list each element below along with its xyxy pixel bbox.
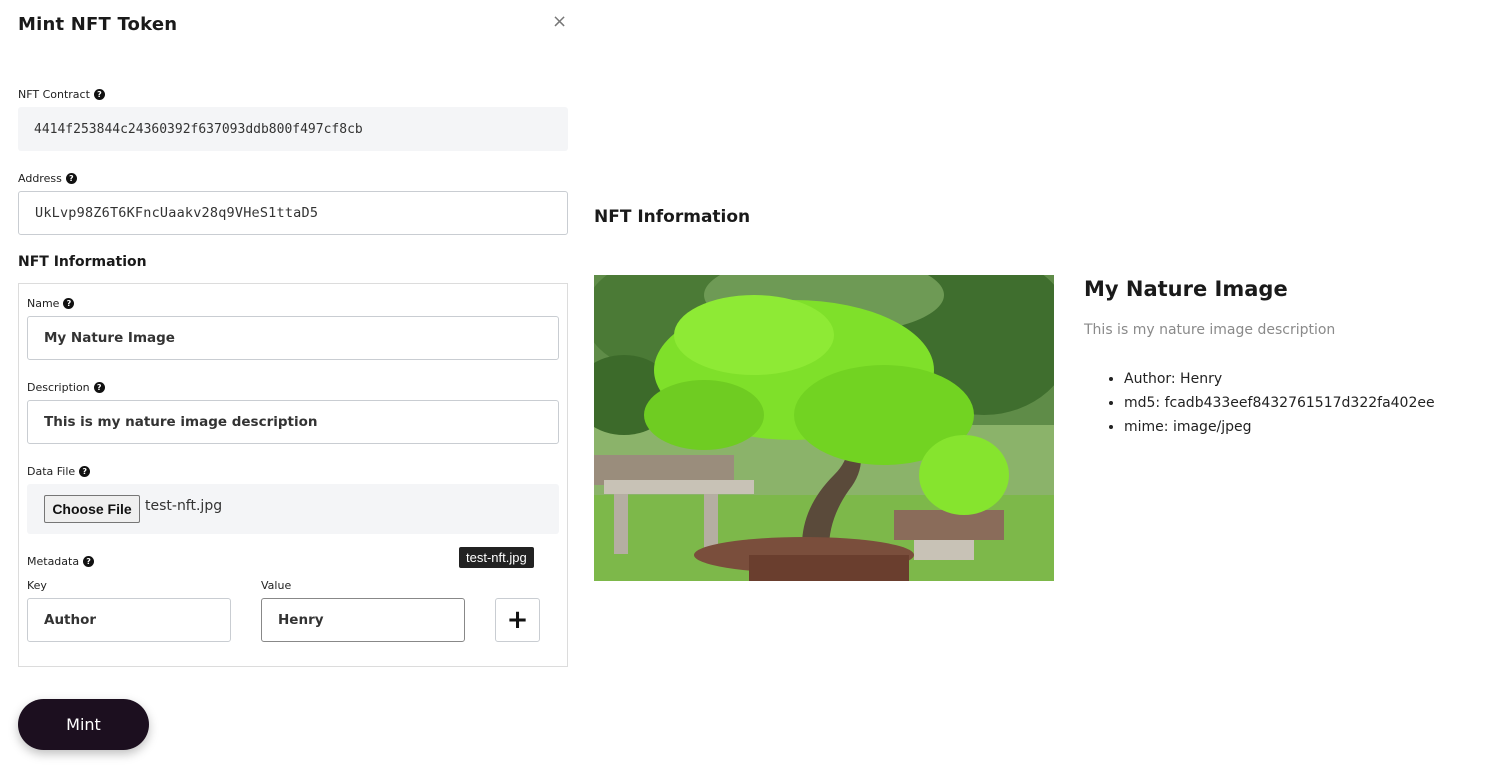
nft-info-heading: NFT Information (18, 254, 147, 270)
preview-title: My Nature Image (1084, 277, 1288, 301)
modal-title: Mint NFT Token (18, 14, 178, 35)
add-metadata-button[interactable]: + (495, 598, 540, 642)
metadata-label: Metadata ? (27, 555, 95, 568)
address-input[interactable] (18, 191, 568, 235)
nft-preview-image (594, 275, 1054, 581)
contract-label-text: NFT Contract (18, 88, 90, 101)
metadata-label-text: Metadata (27, 555, 80, 568)
help-icon[interactable]: ? (93, 89, 105, 100)
description-input[interactable] (27, 400, 559, 444)
contract-label: NFT Contract ? (18, 88, 105, 101)
description-label: Description ? (27, 381, 105, 394)
plus-icon: + (506, 605, 529, 635)
metadata-value-label: Value (261, 579, 292, 592)
help-icon[interactable]: ? (65, 173, 77, 184)
help-icon[interactable]: ? (93, 382, 105, 393)
contract-value: 4414f253844c24360392f637093ddb800f497cf8… (18, 107, 568, 151)
metadata-key-input[interactable] (27, 598, 231, 642)
help-icon[interactable]: ? (79, 466, 91, 477)
description-label-text: Description (27, 381, 90, 394)
preview-description: This is my nature image description (1084, 322, 1336, 338)
metadata-key-label: Key (27, 579, 47, 592)
file-picker[interactable]: Choose File test-nft.jpg (27, 484, 559, 534)
close-icon[interactable]: × (552, 12, 567, 32)
data-file-label: Data File ? (27, 465, 91, 478)
mint-button[interactable]: Mint (18, 699, 149, 750)
list-item: md5: fcadb433eef8432761517d322fa402ee (1124, 393, 1435, 417)
name-input[interactable] (27, 316, 559, 360)
address-label: Address ? (18, 172, 77, 185)
file-tooltip: test-nft.jpg (459, 547, 534, 568)
metadata-value-input[interactable] (261, 598, 465, 642)
preview-metadata-list: Author: Henry md5: fcadb433eef8432761517… (1108, 369, 1435, 441)
list-item: mime: image/jpeg (1124, 417, 1435, 441)
address-label-text: Address (18, 172, 62, 185)
help-icon[interactable]: ? (63, 298, 75, 309)
name-label-text: Name (27, 297, 60, 310)
data-file-label-text: Data File (27, 465, 76, 478)
preview-heading: NFT Information (594, 207, 751, 227)
selected-file-name: test-nft.jpg (145, 498, 223, 514)
choose-file-button[interactable]: Choose File (44, 495, 140, 523)
name-label: Name ? (27, 297, 75, 310)
help-icon[interactable]: ? (83, 556, 95, 567)
list-item: Author: Henry (1124, 369, 1435, 393)
